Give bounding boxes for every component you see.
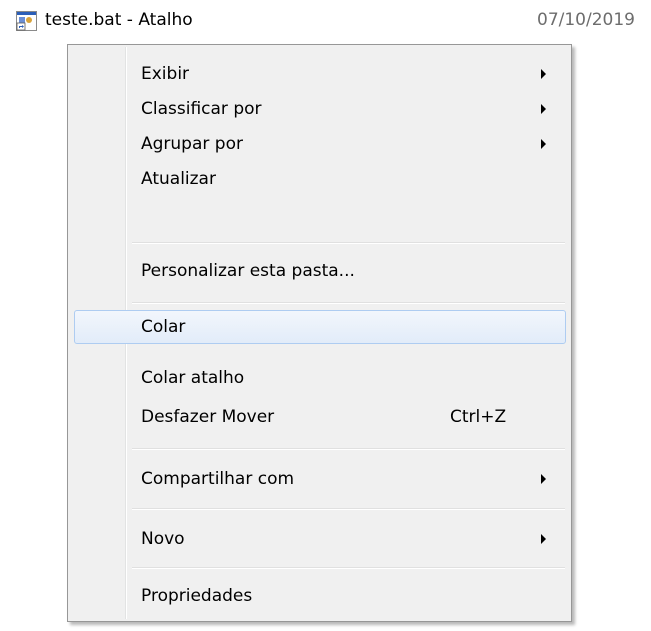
menu-item-label: Agrupar por [141,134,243,154]
file-name[interactable]: teste.bat - Atalho [45,9,193,31]
menu-item-propriedades[interactable]: Propriedades [74,579,566,613]
menu-item-label: Desfazer Mover [141,407,275,427]
menu-item-exibir[interactable]: Exibir [74,57,566,91]
menu-item-personalizar-pasta[interactable]: Personalizar esta pasta... [74,254,566,288]
menu-separator [132,448,565,450]
submenu-arrow-icon [541,104,546,114]
menu-separator [132,302,565,304]
menu-item-label: Atualizar [141,169,216,189]
file-date: 07/10/2019 [537,10,635,30]
menu-item-label: Exibir [141,64,190,84]
menu-separator [132,508,565,510]
menu-item-agrupar-por[interactable]: Agrupar por [74,127,566,161]
menu-item-label: Colar [141,317,186,337]
submenu-arrow-icon [541,69,546,79]
menu-item-label: Personalizar esta pasta... [141,261,355,281]
menu-item-label: Colar atalho [141,368,245,388]
menu-item-label: Novo [141,529,185,549]
submenu-arrow-icon [541,534,546,544]
menu-separator [132,567,565,569]
menu-item-label: Propriedades [141,586,253,606]
menu-item-label: Compartilhar com [141,469,295,489]
menu-item-shortcut: Ctrl+Z [450,407,507,427]
bat-shortcut-icon [16,11,37,31]
menu-item-label: Classificar por [141,99,262,119]
menu-item-novo[interactable]: Novo [74,522,566,556]
menu-item-colar[interactable]: Colar [74,310,566,344]
menu-item-atualizar[interactable]: Atualizar [74,162,566,196]
menu-item-colar-atalho[interactable]: Colar atalho [74,361,566,395]
menu-item-compartilhar-com[interactable]: Compartilhar com [74,462,566,496]
menu-item-desfazer-mover[interactable]: Desfazer Mover Ctrl+Z [74,400,566,434]
submenu-arrow-icon [541,139,546,149]
menu-item-classificar-por[interactable]: Classificar por [74,92,566,126]
submenu-arrow-icon [541,474,546,484]
file-list-row[interactable]: teste.bat - Atalho 07/10/2019 [0,0,651,44]
context-menu: Exibir Classificar por Agrupar por Atual… [67,44,572,622]
menu-separator [132,242,565,244]
